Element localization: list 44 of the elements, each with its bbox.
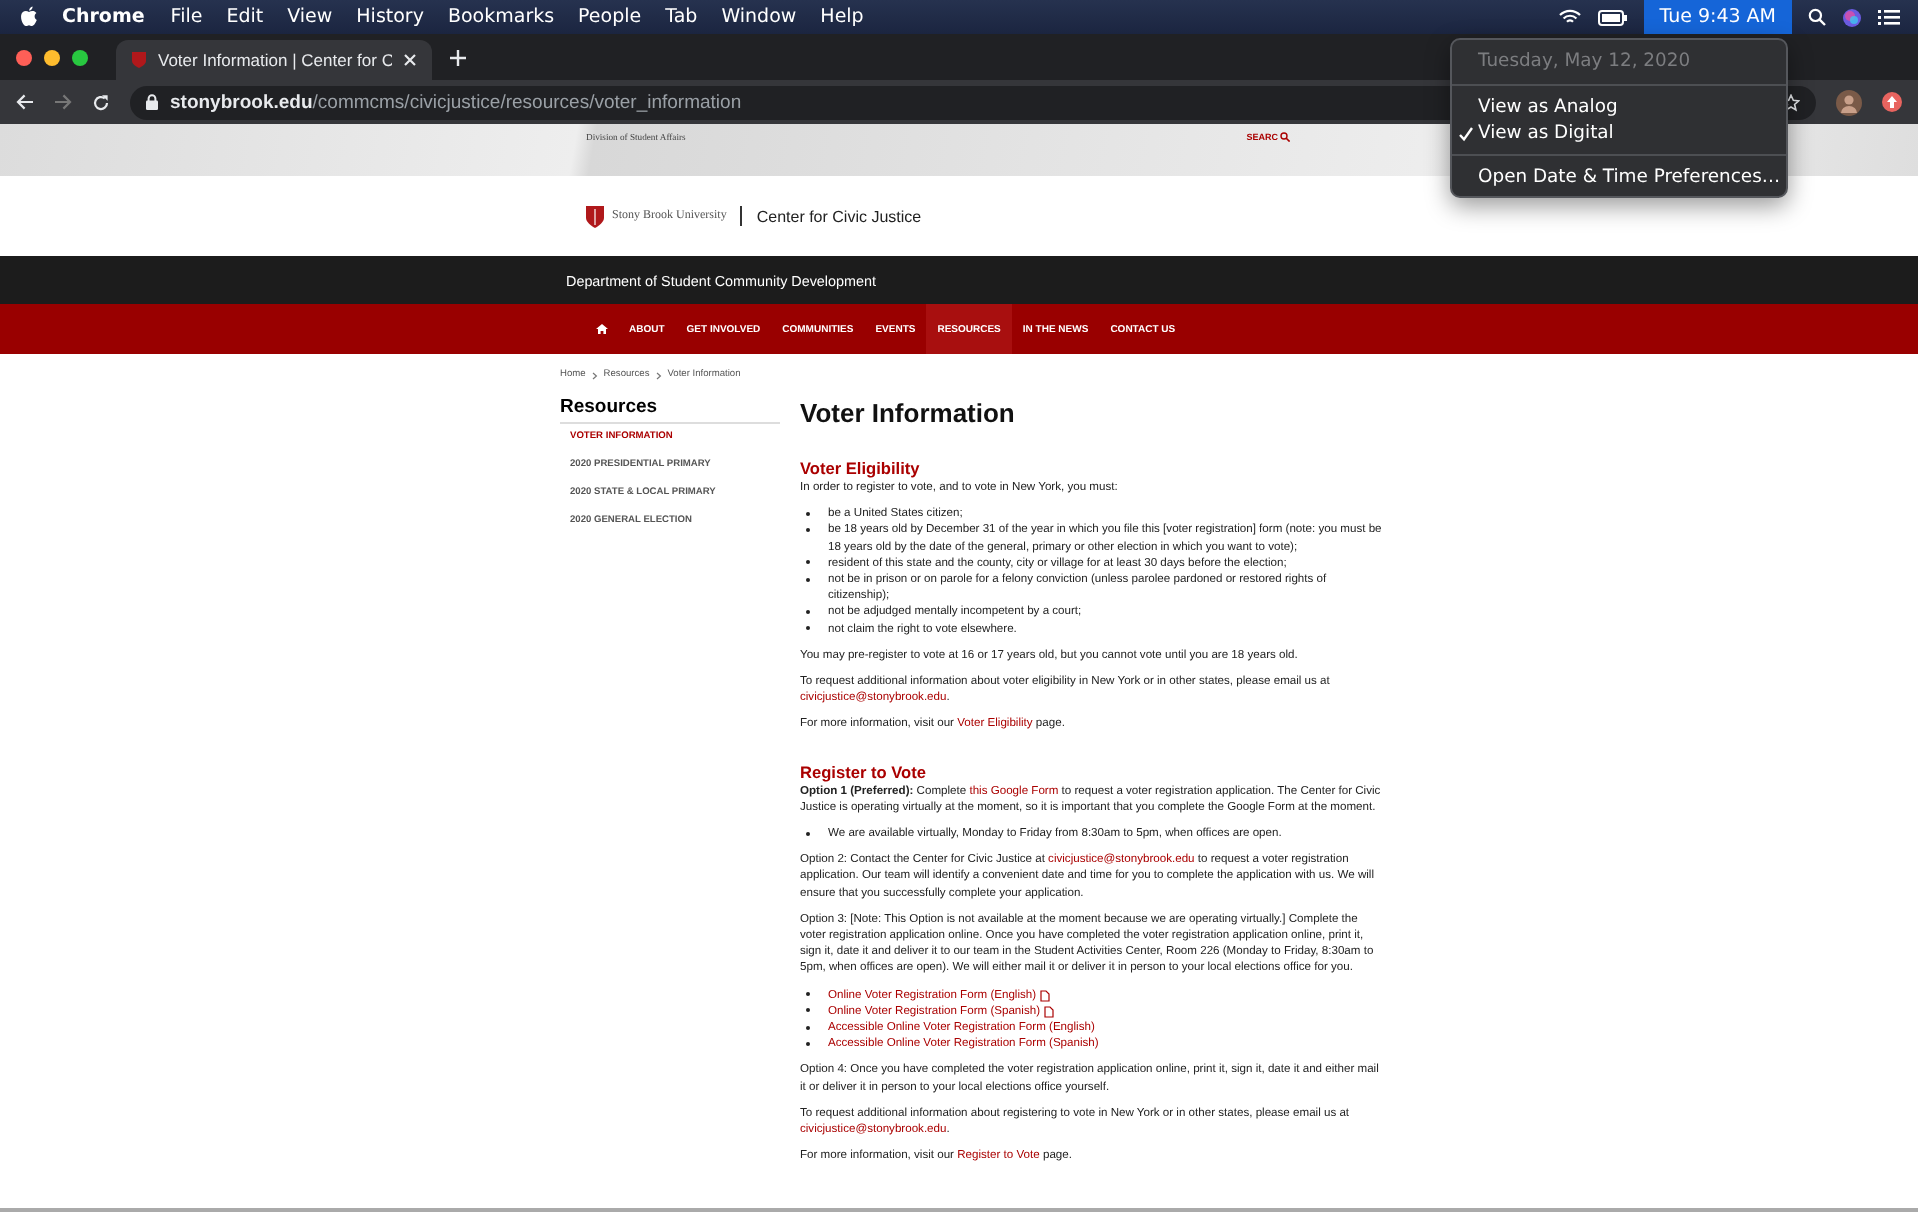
search-icon	[1280, 132, 1290, 142]
forward-arrow-icon[interactable]	[54, 94, 72, 110]
zoom-window-icon[interactable]	[72, 49, 88, 65]
menu-bar-item[interactable]: Tab	[653, 6, 710, 28]
checkmark-icon	[1458, 126, 1474, 142]
menu-bar-item[interactable]: History	[344, 6, 436, 28]
close-window-icon[interactable]	[16, 49, 32, 65]
section-heading: Register to Vote	[800, 761, 929, 782]
section-heading: Voter Eligibility	[800, 458, 922, 478]
list-icon[interactable]	[1878, 8, 1900, 26]
menu-item[interactable]: View as Analog	[1452, 94, 1786, 120]
close-icon[interactable]	[404, 54, 416, 66]
shield-logo-icon	[586, 205, 604, 227]
back-arrow-icon[interactable]	[16, 94, 34, 110]
menu-bar-item[interactable]: View	[275, 6, 345, 28]
sidebar-title: Resources	[560, 396, 780, 424]
chevron-icon	[591, 371, 598, 379]
app-menu[interactable]: Chrome	[62, 6, 145, 28]
menu-bar-item[interactable]: Edit	[214, 6, 276, 28]
apple-logo-icon[interactable]	[20, 6, 38, 28]
search-icon[interactable]	[1808, 8, 1826, 26]
assistant-orb-icon[interactable]	[1842, 7, 1862, 27]
new-tab-icon[interactable]	[450, 49, 466, 65]
shield-favicon-icon	[132, 52, 146, 68]
wifi-icon[interactable]	[1557, 8, 1582, 26]
menu-bar-item[interactable]: Bookmarks	[435, 6, 567, 28]
chevron-icon	[655, 371, 662, 379]
menu-bar-item[interactable]: File	[158, 6, 215, 28]
menu-bar-item[interactable]: Help	[808, 6, 876, 28]
profile-avatar[interactable]	[1836, 89, 1862, 115]
menu-item[interactable]: Open Date & Time Preferences…	[1452, 164, 1786, 190]
battery-icon[interactable]	[1597, 9, 1628, 25]
minimize-window-icon[interactable]	[44, 49, 60, 65]
menu-bar-item[interactable]: Window	[709, 6, 809, 28]
home-icon	[595, 324, 607, 334]
reload-icon[interactable]	[92, 93, 110, 111]
site-title[interactable]: Center for Civic Justice	[756, 207, 922, 225]
menu-bar-clock[interactable]: Tue 9:43 AM	[1643, 0, 1792, 34]
page-title: Voter Information	[800, 398, 1017, 430]
menu-date: Tuesday, May 12, 2020	[1476, 48, 1693, 76]
menu-bar-item[interactable]: People	[566, 6, 654, 28]
menu-item[interactable]: View as Digital	[1452, 120, 1786, 146]
lock-icon	[146, 94, 158, 110]
extension-icon[interactable]	[1882, 92, 1902, 112]
